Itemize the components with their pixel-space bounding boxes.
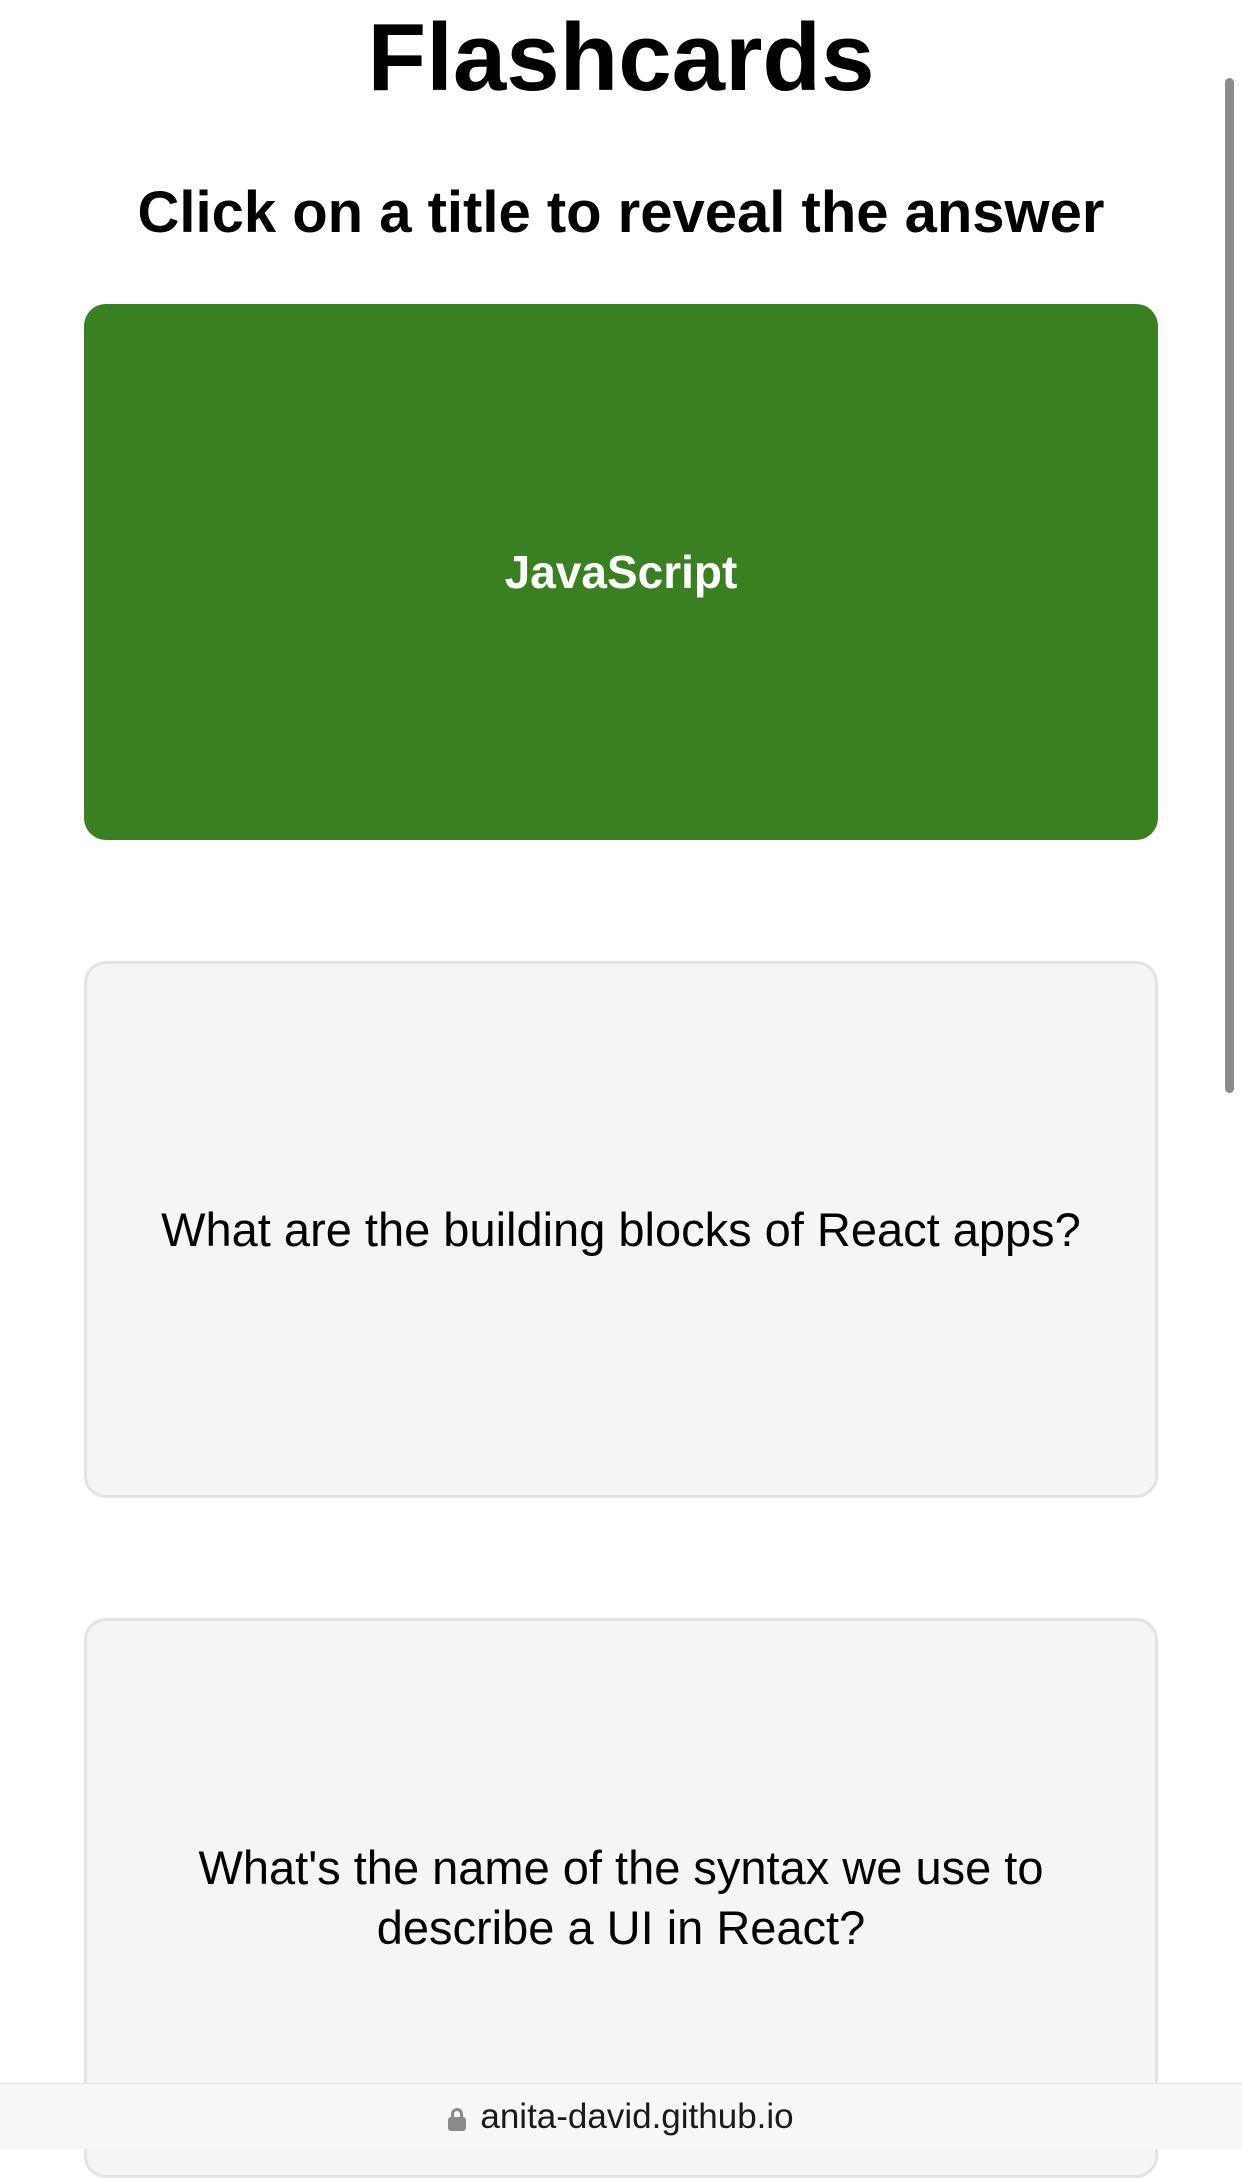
vertical-scrollbar[interactable] xyxy=(1225,78,1234,1093)
flashcards-page: Flashcards Click on a title to reveal th… xyxy=(0,0,1242,2178)
page-subtitle: Click on a title to reveal the answer xyxy=(137,180,1105,245)
page-title: Flashcards xyxy=(367,4,875,111)
flashcard-text: What are the building blocks of React ap… xyxy=(161,1202,1081,1256)
browser-address-bar[interactable]: anita-david.github.io xyxy=(0,2083,1242,2149)
flashcard-text: What's the name of the syntax we use to … xyxy=(198,1841,1044,1954)
flashcard-react-building-blocks[interactable]: What are the building blocks of React ap… xyxy=(84,961,1158,1498)
lock-icon xyxy=(448,2107,467,2131)
url-text: anita-david.github.io xyxy=(480,2096,794,2136)
flashcard-text: JavaScript xyxy=(504,546,738,598)
flashcard-javascript[interactable]: JavaScript xyxy=(84,304,1158,840)
